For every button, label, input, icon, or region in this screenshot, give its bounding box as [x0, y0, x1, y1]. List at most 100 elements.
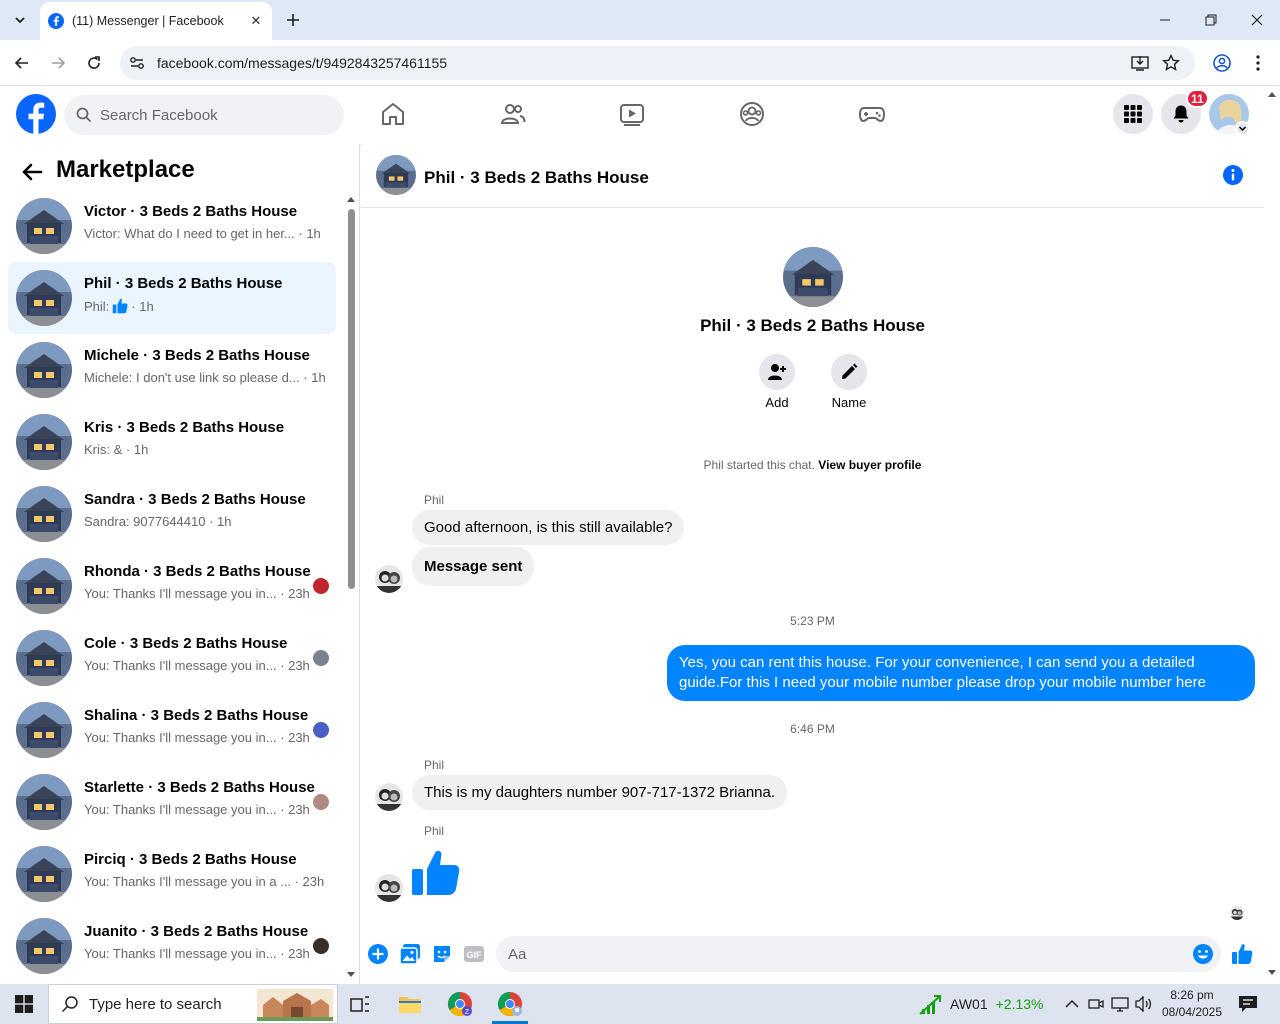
timestamp: 6:46 PM	[790, 722, 835, 736]
incoming-message[interactable]: Message sent	[412, 547, 535, 586]
marketplace-sidebar: Marketplace Victor · 3 Beds 2 Baths Hous…	[0, 144, 360, 984]
search-icon	[76, 107, 92, 123]
conversation-avatar	[783, 247, 843, 307]
thumbs-up-icon[interactable]	[411, 847, 461, 897]
facebook-logo-icon[interactable]	[16, 94, 56, 134]
back-button[interactable]	[10, 51, 34, 75]
conversation-name: Rhonda · 3 Beds 2 Baths House	[84, 563, 311, 580]
site-settings-icon[interactable]	[128, 54, 146, 72]
nav-video[interactable]	[618, 100, 646, 128]
facebook-favicon-icon	[48, 13, 64, 29]
nav-friends[interactable]	[499, 100, 527, 128]
conversation-item[interactable]: Michele · 3 Beds 2 Baths House Michele: I…	[8, 334, 336, 406]
view-buyer-profile-link[interactable]: View buyer profile	[818, 458, 921, 472]
chat-header-avatar[interactable]	[376, 155, 416, 195]
bell-icon	[1173, 105, 1189, 123]
back-arrow-icon[interactable]	[20, 160, 44, 184]
install-app-icon[interactable]	[1130, 53, 1150, 73]
photo-icon[interactable]	[399, 943, 421, 965]
chrome-active-button[interactable]	[486, 984, 534, 1024]
meet-now-icon[interactable]	[1088, 996, 1104, 1012]
new-tab-button[interactable]	[282, 9, 304, 31]
gif-icon[interactable]: GIF	[463, 943, 485, 965]
conversation-item[interactable]: Shalina · 3 Beds 2 Baths House You: Thank…	[8, 694, 336, 766]
minimize-button[interactable]	[1142, 6, 1188, 34]
nav-home[interactable]	[379, 100, 407, 128]
bookmark-star-icon[interactable]	[1162, 54, 1180, 72]
stock-name: AW01	[950, 996, 988, 1012]
browser-menu-button[interactable]	[1246, 51, 1270, 75]
conversation-item[interactable]: Juanito · 3 Beds 2 Baths House You: Thank…	[8, 910, 336, 982]
sticker-icon[interactable]	[431, 943, 453, 965]
browser-tab[interactable]: (11) Messenger | Facebook ✕	[40, 2, 272, 40]
taskbar-search-input[interactable]	[89, 995, 269, 1013]
conversation-item[interactable]: Starlette · 3 Beds 2 Baths House You: Tha…	[8, 766, 336, 838]
chevron-up-icon[interactable]	[1064, 997, 1080, 1011]
system-clock[interactable]: 8:26 pm 08/04/2025	[1160, 987, 1224, 1021]
sidebar-scrollbar[interactable]	[346, 194, 356, 984]
conversation-name: Michele · 3 Beds 2 Baths House	[84, 347, 310, 364]
close-tab-icon[interactable]: ✕	[248, 13, 264, 29]
conversation-item[interactable]: Cole · 3 Beds 2 Baths House You: Thanks I…	[8, 622, 336, 694]
file-explorer-button[interactable]	[386, 984, 434, 1024]
emoji-icon[interactable]	[1192, 943, 1214, 965]
conversation-item[interactable]: Kris · 3 Beds 2 Baths House Kris: & · 1h	[8, 406, 336, 478]
incoming-message[interactable]: Good afternoon, is this still available?	[412, 510, 685, 545]
nav-gaming[interactable]	[858, 100, 886, 128]
taskbar-search[interactable]	[48, 984, 338, 1024]
listing-thumbnail	[16, 486, 72, 542]
edit-name-button[interactable]	[831, 354, 867, 390]
network-icon[interactable]	[1111, 996, 1129, 1012]
address-bar[interactable]: facebook.com/messages/t/9492843257461155	[120, 46, 1195, 80]
chrome-profile-button[interactable]: Z	[436, 984, 484, 1024]
send-like-icon[interactable]	[1231, 943, 1253, 965]
incoming-message[interactable]: This is my daughters number 907-717-1372…	[412, 775, 788, 810]
page-scrollbar[interactable]	[1264, 86, 1280, 984]
volume-icon[interactable]	[1135, 996, 1153, 1012]
close-icon	[1251, 14, 1263, 26]
outgoing-message[interactable]: Yes, you can rent this house. For your c…	[667, 645, 1255, 701]
conversation-name: Starlette · 3 Beds 2 Baths House	[84, 779, 315, 796]
start-button[interactable]	[0, 984, 48, 1024]
message-input[interactable]	[496, 936, 1221, 972]
nav-groups[interactable]	[738, 100, 766, 128]
chat-header-title[interactable]: Phil · 3 Beds 2 Baths House	[424, 168, 649, 188]
facebook-search-input[interactable]	[100, 106, 320, 124]
conversation-preview: You: Thanks I'll message you in... · 23h	[84, 586, 310, 601]
facebook-search[interactable]	[64, 95, 344, 135]
forward-button[interactable]	[46, 51, 70, 75]
reload-icon	[88, 56, 100, 69]
sender-avatar[interactable]	[375, 783, 403, 811]
search-highlight-icon[interactable]	[257, 989, 333, 1021]
friends-icon	[500, 104, 526, 124]
conversation-item[interactable]: Victor · 3 Beds 2 Baths House Victor: Wha…	[8, 190, 336, 262]
conversation-item[interactable]: Pirciq · 3 Beds 2 Baths House You: Thanks…	[8, 838, 336, 910]
plus-circle-icon[interactable]	[367, 943, 389, 965]
chat-panel: Phil · 3 Beds 2 Baths House Phil · 3 Bed…	[361, 144, 1264, 984]
conversation-name: Juanito · 3 Beds 2 Baths House	[84, 923, 309, 940]
profile-button[interactable]	[1210, 51, 1234, 75]
conversation-item[interactable]: Rhonda · 3 Beds 2 Baths House You: Thanks…	[8, 550, 336, 622]
conversation-preview: Sandra: 9077644410 · 1h	[84, 514, 232, 529]
account-chevron[interactable]	[1235, 121, 1250, 136]
sender-avatar[interactable]	[375, 874, 403, 902]
listing-thumbnail	[16, 774, 72, 830]
tab-search-button[interactable]	[8, 8, 32, 32]
menu-grid-button[interactable]	[1113, 94, 1153, 134]
notification-center-icon[interactable]	[1238, 995, 1258, 1013]
add-people-button[interactable]	[759, 354, 795, 390]
task-view-button[interactable]	[336, 984, 384, 1024]
sender-avatar[interactable]	[375, 565, 403, 593]
conversation-preview: Phil: · 1h	[84, 298, 154, 314]
minimize-icon	[1160, 19, 1170, 21]
stock-widget[interactable]: AW01 +2.13%	[918, 984, 1043, 1024]
info-icon[interactable]	[1223, 165, 1243, 185]
conversation-preview: You: Thanks I'll message you in... · 23h	[84, 946, 310, 961]
restore-button[interactable]	[1188, 6, 1234, 34]
conversation-item[interactable]: Phil · 3 Beds 2 Baths House Phil: · 1h	[8, 262, 336, 334]
groups-icon	[740, 102, 764, 126]
chrome-icon	[497, 992, 522, 1017]
close-window-button[interactable]	[1234, 6, 1280, 34]
reload-button[interactable]	[82, 51, 106, 75]
conversation-item[interactable]: Sandra · 3 Beds 2 Baths House Sandra: 907…	[8, 478, 336, 550]
